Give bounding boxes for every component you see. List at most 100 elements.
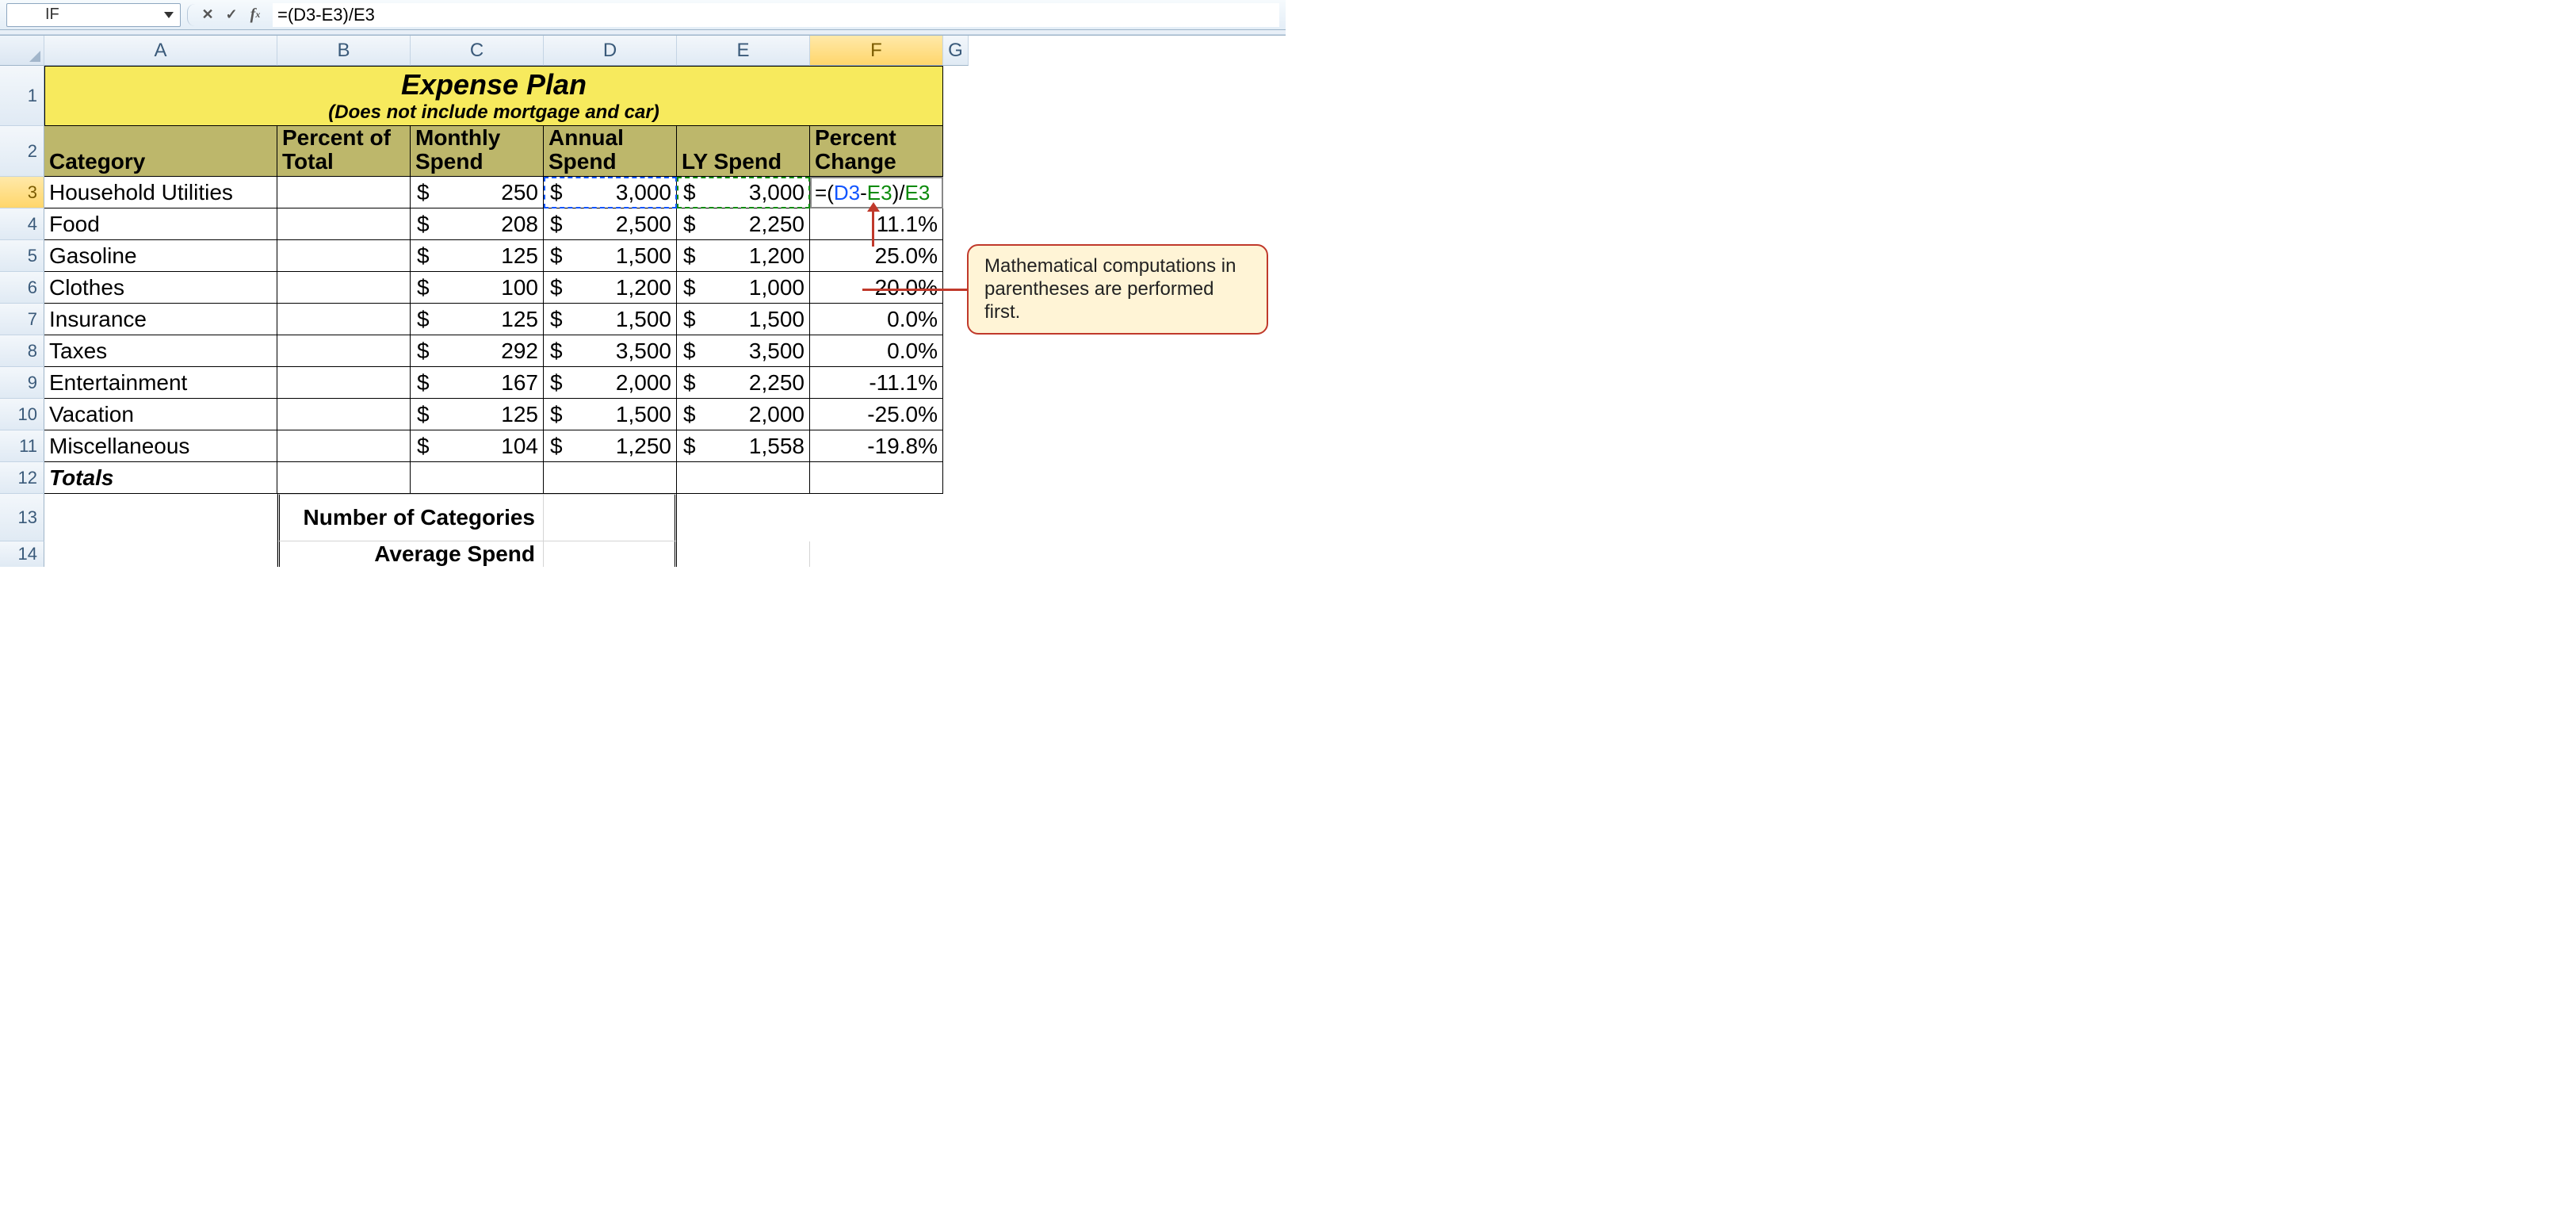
name-box[interactable]: IF: [6, 3, 181, 27]
cell-A3[interactable]: Household Utilities: [44, 177, 277, 208]
row-header-3[interactable]: 3: [0, 177, 44, 208]
cell-A6[interactable]: Clothes: [44, 272, 277, 304]
cell-C10[interactable]: $125: [411, 399, 544, 430]
cell-F4[interactable]: 11.1%: [810, 208, 943, 240]
cell-D11[interactable]: $1,250: [544, 430, 677, 462]
row-header-7[interactable]: 7: [0, 304, 44, 335]
cell-F9[interactable]: -11.1%: [810, 367, 943, 399]
cell-F13[interactable]: [677, 494, 810, 541]
cell-F8[interactable]: 0.0%: [810, 335, 943, 367]
cell-A14[interactable]: [44, 541, 277, 567]
cell-F3-editing[interactable]: =(D3-E3)/E3: [810, 177, 943, 208]
header-category[interactable]: Category: [44, 126, 277, 177]
row-header-4[interactable]: 4: [0, 208, 44, 240]
cell-F7[interactable]: 0.0%: [810, 304, 943, 335]
cell-E14[interactable]: [544, 541, 677, 567]
enter-button[interactable]: ✓: [220, 4, 243, 26]
col-header-F[interactable]: F: [810, 36, 943, 66]
row-header-14[interactable]: 14: [0, 541, 44, 567]
spreadsheet-grid[interactable]: 1 Expense Plan (Does not include mortgag…: [0, 66, 1286, 494]
cell-E6[interactable]: $1,000: [677, 272, 810, 304]
cell-B11[interactable]: [277, 430, 411, 462]
cell-D12[interactable]: [544, 462, 677, 494]
row-header-9[interactable]: 9: [0, 367, 44, 399]
formula-input[interactable]: [273, 3, 1279, 27]
cell-A4[interactable]: Food: [44, 208, 277, 240]
header-percent-total[interactable]: Percent of Total: [277, 126, 411, 177]
cell-C6[interactable]: $100: [411, 272, 544, 304]
cell-C12[interactable]: [411, 462, 544, 494]
header-ly-spend[interactable]: LY Spend: [677, 126, 810, 177]
cell-E10[interactable]: $2,000: [677, 399, 810, 430]
row-header-10[interactable]: 10: [0, 399, 44, 430]
cell-C9[interactable]: $167: [411, 367, 544, 399]
header-percent-change[interactable]: Percent Change: [810, 126, 943, 177]
cell-B7[interactable]: [277, 304, 411, 335]
cell-A8[interactable]: Taxes: [44, 335, 277, 367]
cell-B6[interactable]: [277, 272, 411, 304]
cell-E7[interactable]: $1,500: [677, 304, 810, 335]
cell-A7[interactable]: Insurance: [44, 304, 277, 335]
cell-B9[interactable]: [277, 367, 411, 399]
row-header-12[interactable]: 12: [0, 462, 44, 494]
cell-E8[interactable]: $3,500: [677, 335, 810, 367]
row-header-2[interactable]: 2: [0, 126, 44, 177]
row-header-11[interactable]: 11: [0, 430, 44, 462]
name-box-dropdown-icon[interactable]: [164, 12, 174, 18]
cell-A9[interactable]: Entertainment: [44, 367, 277, 399]
cell-F5[interactable]: 25.0%: [810, 240, 943, 272]
cell-C7[interactable]: $125: [411, 304, 544, 335]
cell-A10[interactable]: Vacation: [44, 399, 277, 430]
col-header-E[interactable]: E: [677, 36, 810, 66]
cell-D6[interactable]: $1,200: [544, 272, 677, 304]
cell-E11[interactable]: $1,558: [677, 430, 810, 462]
cell-F12[interactable]: [810, 462, 943, 494]
header-monthly-spend[interactable]: Monthly Spend: [411, 126, 544, 177]
cell-E5[interactable]: $1,200: [677, 240, 810, 272]
cell-B4[interactable]: [277, 208, 411, 240]
cell-B10[interactable]: [277, 399, 411, 430]
cell-D3[interactable]: $3,000: [544, 177, 677, 208]
col-header-A[interactable]: A: [44, 36, 277, 66]
cell-E3[interactable]: $3,000: [677, 177, 810, 208]
cell-F10[interactable]: -25.0%: [810, 399, 943, 430]
row-header-8[interactable]: 8: [0, 335, 44, 367]
row-header-6[interactable]: 6: [0, 272, 44, 304]
label-number-of-categories[interactable]: Number of Categories: [277, 494, 544, 541]
cell-B3[interactable]: [277, 177, 411, 208]
cell-C11[interactable]: $104: [411, 430, 544, 462]
cell-E12[interactable]: [677, 462, 810, 494]
col-header-G-partial[interactable]: G: [943, 36, 969, 66]
cancel-button[interactable]: ✕: [197, 4, 219, 26]
cell-E9[interactable]: $2,250: [677, 367, 810, 399]
cell-B8[interactable]: [277, 335, 411, 367]
cell-D4[interactable]: $2,500: [544, 208, 677, 240]
select-all-corner[interactable]: [0, 36, 44, 66]
cell-F6[interactable]: 20.0%: [810, 272, 943, 304]
cell-E4[interactable]: $2,250: [677, 208, 810, 240]
header-annual-spend[interactable]: Annual Spend: [544, 126, 677, 177]
cell-A12-totals[interactable]: Totals: [44, 462, 277, 494]
row-header-5[interactable]: 5: [0, 240, 44, 272]
cell-B12[interactable]: [277, 462, 411, 494]
title-cell[interactable]: Expense Plan (Does not include mortgage …: [44, 66, 943, 126]
col-header-B[interactable]: B: [277, 36, 411, 66]
cell-C5[interactable]: $125: [411, 240, 544, 272]
cell-A11[interactable]: Miscellaneous: [44, 430, 277, 462]
cell-A5[interactable]: Gasoline: [44, 240, 277, 272]
col-header-C[interactable]: C: [411, 36, 544, 66]
cell-C3[interactable]: $250: [411, 177, 544, 208]
cell-C4[interactable]: $208: [411, 208, 544, 240]
row-header-13[interactable]: 13: [0, 494, 44, 541]
insert-function-button[interactable]: fx: [244, 4, 266, 26]
cell-D5[interactable]: $1,500: [544, 240, 677, 272]
cell-C8[interactable]: $292: [411, 335, 544, 367]
label-average-spend[interactable]: Average Spend: [277, 541, 544, 567]
cell-D10[interactable]: $1,500: [544, 399, 677, 430]
cell-D7[interactable]: $1,500: [544, 304, 677, 335]
row-header-1[interactable]: 1: [0, 66, 44, 126]
cell-D8[interactable]: $3,500: [544, 335, 677, 367]
cell-B5[interactable]: [277, 240, 411, 272]
cell-A13[interactable]: [44, 494, 277, 541]
cell-E13[interactable]: [544, 494, 677, 541]
